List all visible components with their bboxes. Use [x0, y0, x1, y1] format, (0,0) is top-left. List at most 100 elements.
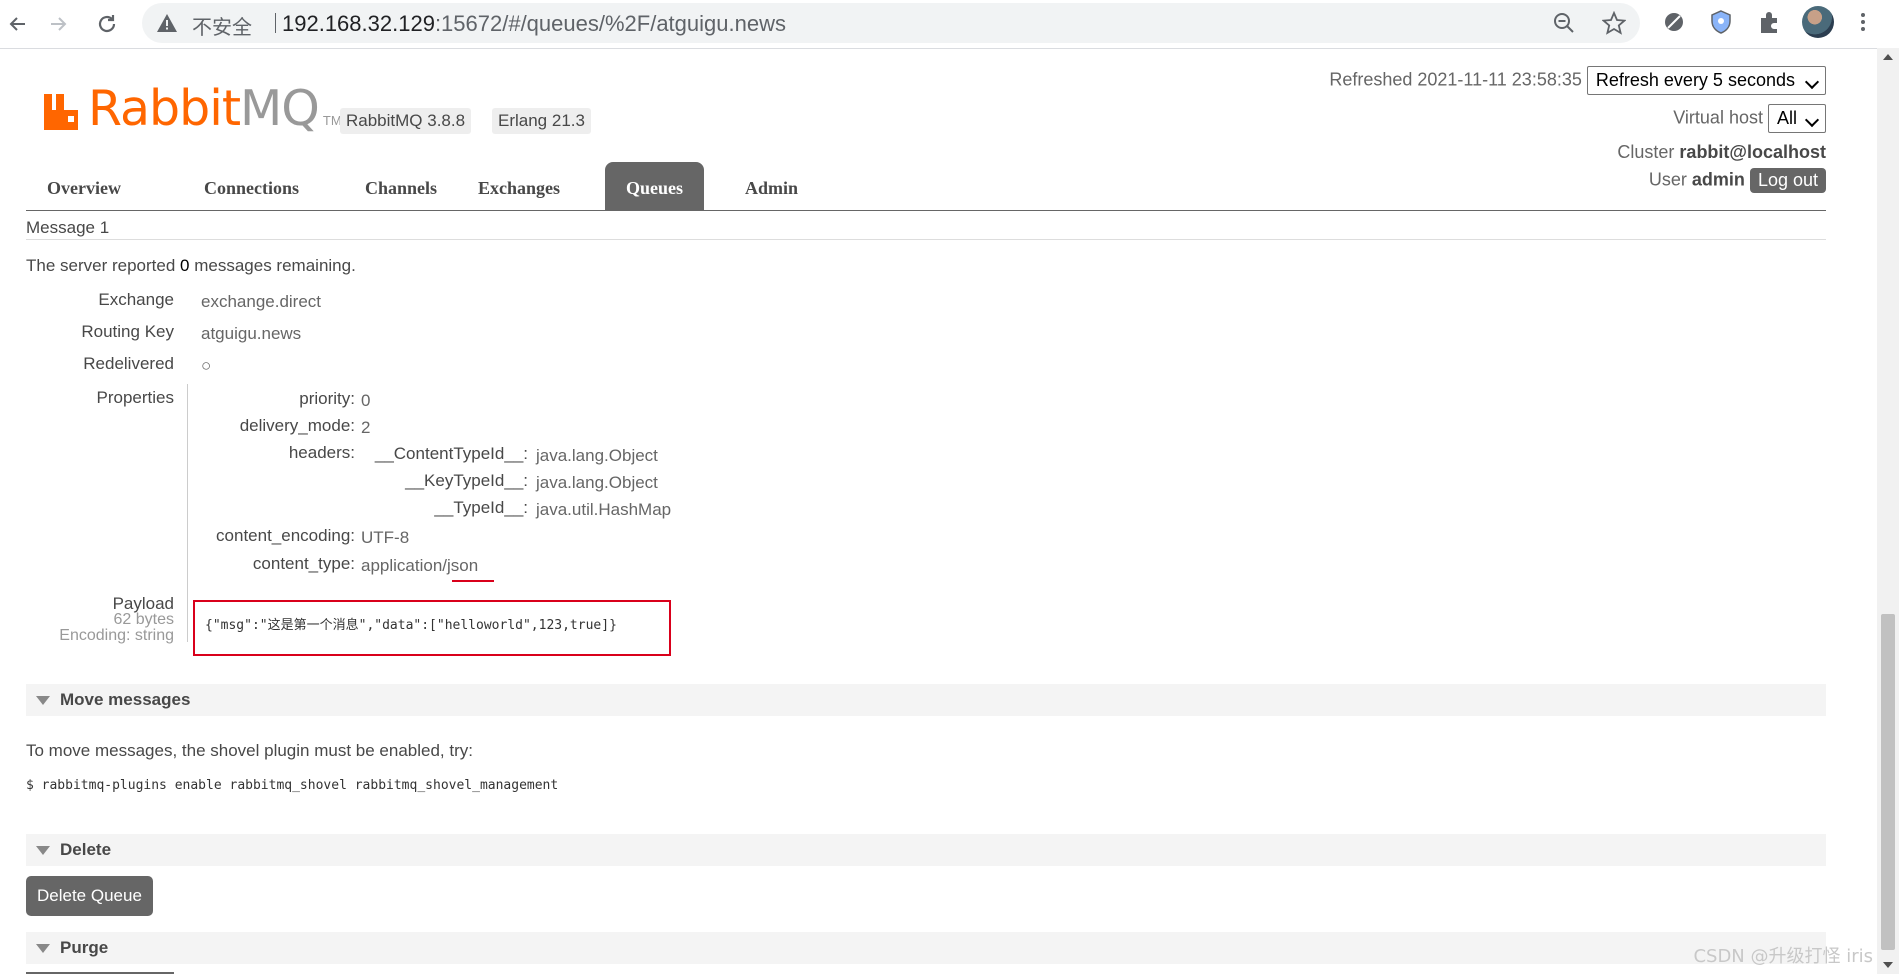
arrow-right-icon [51, 17, 67, 31]
header-type-id-label: __TypeId__: [434, 498, 528, 517]
delete-title: Delete [60, 840, 112, 859]
chevron-down-icon [1804, 112, 1820, 128]
refresh-interval-select[interactable]: Refresh every 5 seconds [1586, 66, 1826, 95]
priority-value: 0 [361, 391, 371, 410]
content-encoding-value: UTF-8 [361, 528, 410, 547]
scroll-up-arrow-icon[interactable] [1883, 54, 1893, 60]
content-type-value: application/json [361, 556, 479, 575]
rabbitmq-logo[interactable]: RabbitMQ TM [42, 84, 342, 134]
purge-section-toggle[interactable]: Purge [26, 932, 1826, 964]
delivery-mode-value: 2 [361, 418, 371, 437]
warning-icon [157, 14, 177, 32]
remaining-prefix: The server reported [26, 256, 176, 275]
refresh-interval-value: Refresh every 5 seconds [1595, 70, 1795, 90]
redelivered-value: ○ [201, 356, 212, 375]
payload-highlight-box: {"msg":"这是第一个消息","data":["helloworld",12… [193, 600, 671, 656]
headers-label: headers: [288, 443, 355, 462]
delete-queue-button[interactable]: Delete Queue [26, 876, 153, 916]
url-path: :15672/#/queues/%2F/atguigu.news [434, 11, 786, 36]
header-key-type-id-label: __KeyTypeId__: [405, 471, 528, 490]
zoom-icon[interactable] [1552, 11, 1576, 35]
purge-title: Purge [60, 938, 109, 957]
tab-exchanges[interactable]: Exchanges [457, 162, 581, 210]
content-type-annotation-underline [452, 580, 494, 582]
properties-label: Properties [96, 388, 174, 407]
shovel-command: $ rabbitmq-plugins enable rabbitmq_shove… [26, 778, 559, 793]
delete-section-toggle[interactable]: Delete [26, 834, 1826, 866]
shield-extension-icon[interactable] [1708, 9, 1734, 35]
url-host: 192.168.32.129 [282, 11, 435, 36]
delivery-mode-label: delivery_mode: [239, 416, 355, 435]
payload-encoding: Encoding: string [59, 627, 174, 644]
priority-label: priority: [299, 389, 355, 408]
triangle-down-icon [36, 846, 50, 855]
logo-wordmark: RabbitMQ [88, 84, 320, 134]
logo-trademark: TM [322, 113, 342, 128]
header-content-type-id-value: java.lang.Object [536, 446, 658, 465]
vhost-row: Virtual host All [1673, 104, 1826, 133]
reload-button[interactable] [89, 6, 125, 42]
message-title: Message 1 [26, 218, 110, 237]
payload-body: {"msg":"这是第一个消息","data":["helloworld",12… [205, 618, 617, 633]
header-content-type-id-label: __ContentTypeId__: [374, 444, 528, 463]
properties-divider [187, 384, 188, 642]
vhost-value: All [1776, 108, 1797, 128]
content-type-label: content_type: [252, 554, 355, 573]
vhost-select[interactable]: All [1767, 104, 1826, 133]
remaining-sentence: The server reported 0 messages remaining… [26, 256, 356, 276]
puzzle-extension-icon[interactable] [1756, 9, 1782, 35]
bookmark-star-icon[interactable] [1602, 11, 1626, 35]
satellite-extension-icon[interactable] [1661, 9, 1687, 35]
routing-key-value: atguigu.news [201, 324, 302, 343]
profile-avatar[interactable] [1802, 6, 1834, 38]
scroll-down-arrow-icon[interactable] [1883, 962, 1893, 968]
exchange-value: exchange.direct [201, 292, 322, 311]
message-title-rule [26, 239, 1826, 240]
chevron-down-icon [1804, 74, 1820, 90]
tab-channels[interactable]: Channels [344, 162, 458, 210]
arrow-left-icon [9, 17, 25, 31]
browser-menu-icon[interactable] [1858, 10, 1868, 36]
tab-admin[interactable]: Admin [724, 162, 819, 210]
forward-button[interactable] [40, 6, 76, 42]
back-button[interactable] [0, 6, 36, 42]
page-scrollbar[interactable] [1877, 48, 1899, 974]
tab-connections[interactable]: Connections [183, 162, 320, 210]
rabbitmq-version-badge: RabbitMQ 3.8.8 [340, 108, 472, 134]
header-key-type-id-value: java.lang.Object [536, 473, 658, 492]
reload-icon [98, 15, 116, 33]
cluster-row: Cluster rabbit@localhost [1617, 142, 1826, 163]
url-text: 192.168.32.129:15672/#/queues/%2F/atguig… [282, 11, 786, 37]
triangle-down-icon [36, 944, 50, 953]
refreshed-timestamp: Refreshed 2021-11-11 23:58:35 [1329, 69, 1582, 90]
tab-queues[interactable]: Queues [605, 162, 705, 210]
rabbitmq-management-page: RabbitMQ TM RabbitMQ 3.8.8 Erlang 21.3 R… [26, 48, 1826, 974]
cluster-label: Cluster [1617, 142, 1675, 162]
csdn-watermark: CSDN @升级打怪 iris [1693, 946, 1873, 967]
move-messages-title: Move messages [60, 690, 191, 709]
logo-text-rabbit: Rabbit [88, 80, 241, 137]
insecure-label: 不安全 [192, 15, 252, 39]
exchange-label: Exchange [98, 290, 174, 309]
header-type-id-value: java.util.HashMap [536, 500, 672, 519]
move-messages-hint: To move messages, the shovel plugin must… [26, 741, 473, 760]
scroll-thumb[interactable] [1881, 614, 1895, 950]
rabbitmq-logo-icon [44, 94, 78, 130]
cluster-name: rabbit@localhost [1679, 142, 1826, 162]
triangle-down-icon [36, 696, 50, 705]
browser-toolbar: 不安全 192.168.32.129:15672/#/queues/%2F/at… [0, 0, 1899, 49]
move-messages-section-toggle[interactable]: Move messages [26, 684, 1826, 716]
remaining-suffix: messages remaining. [194, 256, 356, 275]
address-separator [275, 13, 276, 33]
address-bar[interactable]: 不安全 192.168.32.129:15672/#/queues/%2F/at… [142, 3, 1640, 43]
tab-overview[interactable]: Overview [26, 162, 142, 210]
redelivered-label: Redelivered [83, 354, 174, 373]
remaining-count: 0 [180, 256, 190, 275]
vhost-label: Virtual host [1673, 107, 1763, 128]
logo-text-mq: MQ [240, 80, 320, 137]
routing-key-label: Routing Key [81, 322, 174, 341]
refresh-row: Refreshed 2021-11-11 23:58:35 Refresh ev… [1329, 66, 1826, 95]
main-nav-tabs: Overview Connections Channels Exchanges … [26, 162, 1826, 211]
erlang-version-badge: Erlang 21.3 [492, 108, 591, 134]
content-encoding-label: content_encoding: [216, 526, 355, 545]
